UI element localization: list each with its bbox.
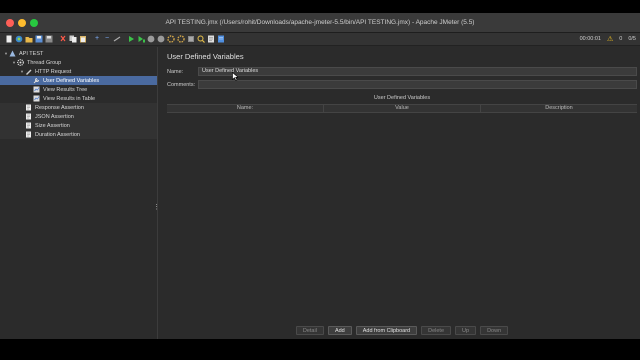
tree-node-label: Response Assertion: [35, 104, 84, 111]
tree-node-label: Size Assertion: [35, 122, 70, 129]
tree-node[interactable]: Size Assertion: [0, 121, 157, 130]
test-plan-icon: [9, 50, 16, 57]
wrench-icon: [33, 77, 40, 84]
document-icon: [25, 104, 32, 111]
open-icon[interactable]: [25, 35, 33, 43]
tree-node[interactable]: ▾ HTTP Request: [0, 67, 157, 76]
collapse-icon[interactable]: −: [103, 35, 111, 43]
comments-label: Comments:: [167, 81, 196, 88]
function-helper-icon[interactable]: [207, 35, 215, 43]
tree-node-label: Duration Assertion: [35, 131, 80, 138]
run-status: 00:00:01 ⚠ 0 0/5: [580, 35, 636, 43]
table-title: User Defined Variables: [373, 95, 431, 101]
zoom-window-button[interactable]: [30, 19, 38, 27]
cut-icon[interactable]: [59, 35, 67, 43]
window-controls: [6, 19, 38, 27]
toggle-icon[interactable]: [113, 35, 121, 43]
gear-icon: [17, 59, 24, 66]
document-icon: [25, 122, 32, 129]
chart-icon: [33, 95, 40, 102]
column-header-value[interactable]: Value: [324, 105, 481, 112]
tree-node[interactable]: ▾ Thread Group: [0, 58, 157, 67]
mouse-cursor-icon: [232, 71, 240, 83]
table-header: Name: Value Description: [167, 104, 637, 113]
clear-icon[interactable]: [167, 35, 175, 43]
up-button[interactable]: Up: [455, 326, 477, 335]
close-window-button[interactable]: [6, 19, 14, 27]
add-button[interactable]: Add: [327, 326, 352, 335]
pencil-icon: [25, 68, 32, 75]
jmeter-window: API TESTING.jmx (/Users/rohit/Downloads/…: [0, 13, 640, 339]
new-icon[interactable]: [5, 35, 13, 43]
templates-icon[interactable]: [15, 35, 23, 43]
help-icon[interactable]: [217, 35, 225, 43]
tree-node[interactable]: View Results in Table: [0, 94, 157, 103]
name-label: Name:: [167, 68, 184, 75]
tree-node[interactable]: JSON Assertion: [0, 112, 157, 121]
toolbar: + − 00:00:01 ⚠ 0 0/5: [0, 33, 640, 46]
title-bar: API TESTING.jmx (/Users/rohit/Downloads/…: [0, 13, 640, 33]
variables-table-body[interactable]: [167, 113, 637, 321]
add-from-clipboard-button[interactable]: Add from Clipboard: [355, 326, 418, 335]
comments-field[interactable]: [198, 80, 637, 89]
document-icon: [25, 131, 32, 138]
reset-search-icon[interactable]: [197, 35, 205, 43]
delete-button[interactable]: Delete: [421, 326, 452, 335]
save-icon[interactable]: [35, 35, 43, 43]
main-area: ▾ API TEST ▾ Thread Group ▾ HTTP Request User …: [0, 47, 640, 339]
tree-node-label: Thread Group: [27, 59, 62, 66]
window-title: API TESTING.jmx (/Users/rohit/Downloads/…: [165, 19, 475, 26]
user-defined-variables-panel: User Defined Variables Name: User Define…: [158, 47, 640, 339]
save-as-icon[interactable]: [45, 35, 53, 43]
tree-node[interactable]: Duration Assertion: [0, 130, 157, 139]
tree-node-label: API TEST: [19, 50, 44, 57]
paste-icon[interactable]: [79, 35, 87, 43]
warning-count: 0: [619, 36, 623, 42]
test-plan-tree: ▾ API TEST ▾ Thread Group ▾ HTTP Request User …: [0, 47, 160, 339]
elapsed-time: 00:00:01: [579, 36, 601, 42]
copy-icon[interactable]: [69, 35, 77, 43]
table-buttons: Detail Add Add from Clipboard Delete Up …: [158, 326, 640, 335]
column-header-description[interactable]: Description: [481, 105, 637, 112]
stop-icon[interactable]: [147, 35, 155, 43]
tree-node-label: View Results in Table: [43, 95, 96, 102]
tree-node-label: HTTP Request: [35, 68, 72, 75]
document-icon: [25, 113, 32, 120]
thread-count: 0/5: [628, 36, 636, 42]
expand-icon[interactable]: +: [93, 35, 101, 43]
name-field[interactable]: User Defined Variables: [198, 67, 637, 76]
page-title: User Defined Variables: [167, 52, 244, 61]
shutdown-icon[interactable]: [157, 35, 165, 43]
detail-button[interactable]: Detail: [295, 326, 324, 335]
clear-all-icon[interactable]: [177, 35, 185, 43]
tree-node[interactable]: Response Assertion: [0, 103, 157, 112]
search-icon[interactable]: [187, 35, 195, 43]
warning-icon[interactable]: ⚠: [607, 35, 613, 43]
tree-node[interactable]: View Results Tree: [0, 85, 157, 94]
down-button[interactable]: Down: [480, 326, 509, 335]
chart-icon: [33, 86, 40, 93]
minimize-window-button[interactable]: [18, 19, 26, 27]
tree-node[interactable]: ▾ API TEST: [0, 49, 157, 58]
tree-node-label: User Defined Variables: [43, 77, 100, 84]
start-icon[interactable]: [127, 35, 135, 43]
tree-node-label: JSON Assertion: [35, 113, 74, 120]
tree-node-label: View Results Tree: [43, 86, 88, 93]
column-header-name[interactable]: Name:: [167, 105, 324, 112]
tree-node[interactable]: User Defined Variables: [0, 76, 157, 85]
start-no-pause-icon[interactable]: [137, 35, 145, 43]
